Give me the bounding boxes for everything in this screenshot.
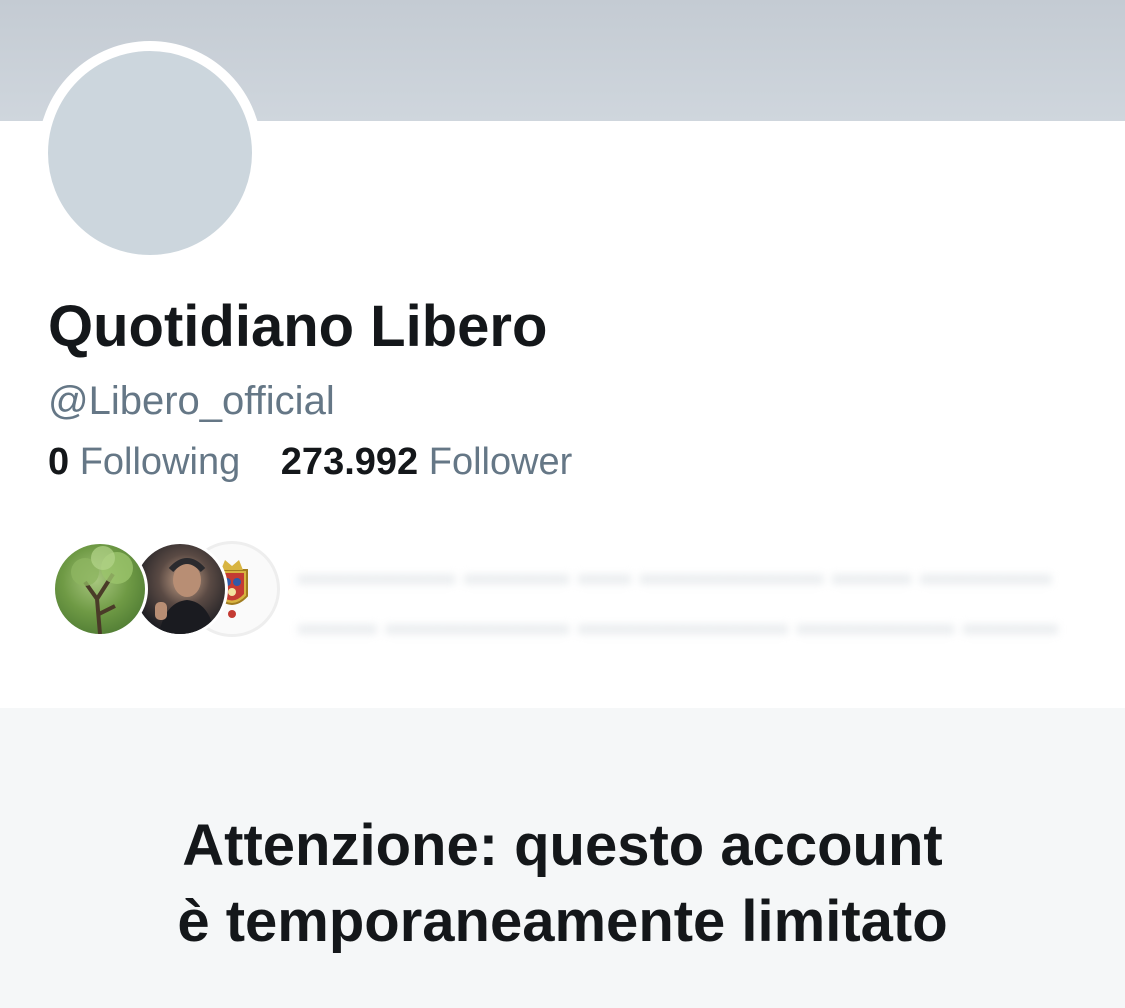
followers-count: 273.992	[280, 441, 419, 483]
profile-name: Quotidiano Libero	[48, 294, 548, 359]
followed-by-avatars[interactable]	[52, 541, 280, 639]
restriction-notice: Attenzione: questo account è temporaneam…	[0, 808, 1125, 960]
restriction-notice-line2: è temporaneamente limitato	[177, 889, 948, 954]
following-label: Following	[79, 441, 241, 483]
followers-stat[interactable]: 273.992 Follower	[281, 438, 573, 486]
profile-handle: @Libero_official	[48, 379, 335, 423]
profile-avatar[interactable]	[38, 41, 262, 265]
restriction-notice-line1: Attenzione: questo account	[182, 813, 943, 878]
follower-avatar	[52, 541, 148, 637]
followed-by-text-redacted: ▂▂▂▂▂▂ ▂▂▂▂ ▂▂ ▂▂▂▂▂▂▂ ▂▂▂ ▂▂▂▂▂ ▂▂▂ ▂ ▂▂…	[298, 546, 1058, 634]
profile-stats: 0 Following 273.992 Follower	[48, 438, 572, 486]
following-count: 0	[48, 441, 70, 483]
followers-label: Follower	[428, 441, 573, 483]
following-stat[interactable]: 0 Following	[48, 438, 240, 486]
